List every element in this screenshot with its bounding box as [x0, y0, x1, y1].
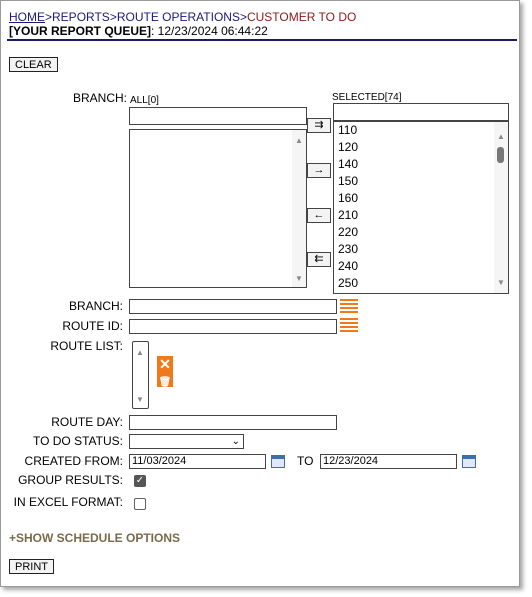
selected-items: 110 120 140 150 160 210 220 230 240 250: [334, 122, 508, 292]
created-to-input[interactable]: 12/23/2024: [320, 454, 457, 469]
header-divider: [7, 39, 517, 41]
group-results-checkbox[interactable]: ✓: [134, 475, 146, 487]
scroll-up-icon[interactable]: ▲: [497, 132, 505, 141]
breadcrumb-separator: >: [109, 10, 117, 24]
selected-branch-option[interactable]: 110: [334, 122, 508, 139]
clear-button[interactable]: CLEAR: [9, 57, 58, 72]
excel-format-checkbox[interactable]: [134, 498, 146, 510]
list-icon[interactable]: [340, 299, 358, 315]
route-id-input[interactable]: [129, 319, 337, 334]
breadcrumb-route-operations[interactable]: ROUTE OPERATIONS: [117, 10, 240, 24]
scroll-down-icon[interactable]: ▼: [497, 278, 505, 287]
breadcrumb-current: CUSTOMER TO DO: [246, 10, 357, 24]
todo-status-label: TO DO STATUS:: [32, 434, 123, 448]
report-queue-timestamp: : 12/23/2024 06:44:22: [151, 24, 268, 38]
scroll-down-icon[interactable]: ▼: [295, 274, 303, 283]
selected-list-scrollbar[interactable]: ▲ ▼: [494, 122, 508, 293]
all-branches-listbox[interactable]: ▲ ▼: [129, 129, 307, 288]
all-list-scrollbar[interactable]: ▲ ▼: [292, 130, 306, 287]
selected-branch-option[interactable]: 140: [334, 156, 508, 173]
selected-branch-option[interactable]: 230: [334, 241, 508, 258]
selected-branch-option[interactable]: 240: [334, 258, 508, 275]
to-label: TO: [297, 454, 314, 468]
branch-picker-label: BRANCH:: [72, 91, 127, 105]
delete-icon[interactable]: ✕ 🗑: [157, 356, 173, 388]
created-from-label: CREATED FROM:: [24, 454, 123, 468]
report-queue-link[interactable]: [YOUR REPORT QUEUE]: [9, 24, 151, 38]
show-schedule-options-link[interactable]: +SHOW SCHEDULE OPTIONS: [9, 531, 180, 545]
move-left-button[interactable]: ←: [307, 208, 331, 223]
move-right-button[interactable]: →: [307, 163, 331, 178]
branch-label: BRANCH:: [68, 299, 123, 313]
selected-branches-listbox[interactable]: 110 120 140 150 160 210 220 230 240 250 ▲ ▼: [333, 121, 509, 294]
scroll-up-icon[interactable]: ▲: [295, 136, 303, 145]
selected-branch-option[interactable]: 120: [334, 139, 508, 156]
scroll-thumb[interactable]: [497, 147, 504, 163]
move-all-left-button[interactable]: ⇇: [307, 252, 331, 267]
scroll-up-icon[interactable]: ▲: [136, 348, 144, 357]
excel-format-label: IN EXCEL FORMAT:: [13, 495, 123, 509]
breadcrumb-separator: >: [45, 10, 53, 24]
report-queue: [YOUR REPORT QUEUE]: 12/23/2024 06:44:22: [9, 24, 356, 38]
calendar-icon[interactable]: [271, 455, 285, 468]
breadcrumb-reports[interactable]: REPORTS: [52, 10, 110, 24]
selected-branch-option[interactable]: 250: [334, 275, 508, 292]
breadcrumb-separator: >: [239, 10, 247, 24]
selected-branch-option[interactable]: 160: [334, 190, 508, 207]
branch-input[interactable]: [129, 299, 337, 314]
print-button[interactable]: PRINT: [9, 559, 54, 574]
report-panel: HOME>REPORTS>ROUTE OPERATIONS>CUSTOMER T…: [0, 0, 520, 587]
selected-branch-option[interactable]: 210: [334, 207, 508, 224]
route-id-label: ROUTE ID:: [62, 319, 123, 333]
created-from-input[interactable]: 11/03/2024: [129, 454, 266, 469]
all-list-label: ALL[0]: [130, 95, 159, 106]
breadcrumb: HOME>REPORTS>ROUTE OPERATIONS>CUSTOMER T…: [9, 10, 356, 24]
selected-list-label: SELECTED[74]: [332, 92, 402, 103]
selected-branch-option[interactable]: 220: [334, 224, 508, 241]
calendar-icon[interactable]: [462, 455, 476, 468]
route-day-label: ROUTE DAY:: [51, 415, 123, 429]
route-list-box[interactable]: ▲ ▼: [132, 341, 149, 409]
todo-status-select[interactable]: ⌄: [129, 434, 244, 449]
scroll-down-icon[interactable]: ▼: [136, 395, 144, 404]
route-list-label: ROUTE LIST:: [50, 339, 123, 353]
list-icon[interactable]: [340, 318, 358, 334]
selected-branch-option[interactable]: 150: [334, 173, 508, 190]
move-all-right-button[interactable]: ⇉: [307, 118, 331, 133]
chevron-down-icon: ⌄: [231, 436, 240, 447]
all-list-filter-input[interactable]: [129, 107, 307, 125]
route-day-input[interactable]: [129, 415, 337, 430]
breadcrumb-home-link[interactable]: HOME: [9, 10, 45, 24]
group-results-label: GROUP RESULTS:: [18, 473, 123, 487]
selected-list-filter-input[interactable]: [333, 103, 509, 121]
header: HOME>REPORTS>ROUTE OPERATIONS>CUSTOMER T…: [9, 10, 356, 38]
